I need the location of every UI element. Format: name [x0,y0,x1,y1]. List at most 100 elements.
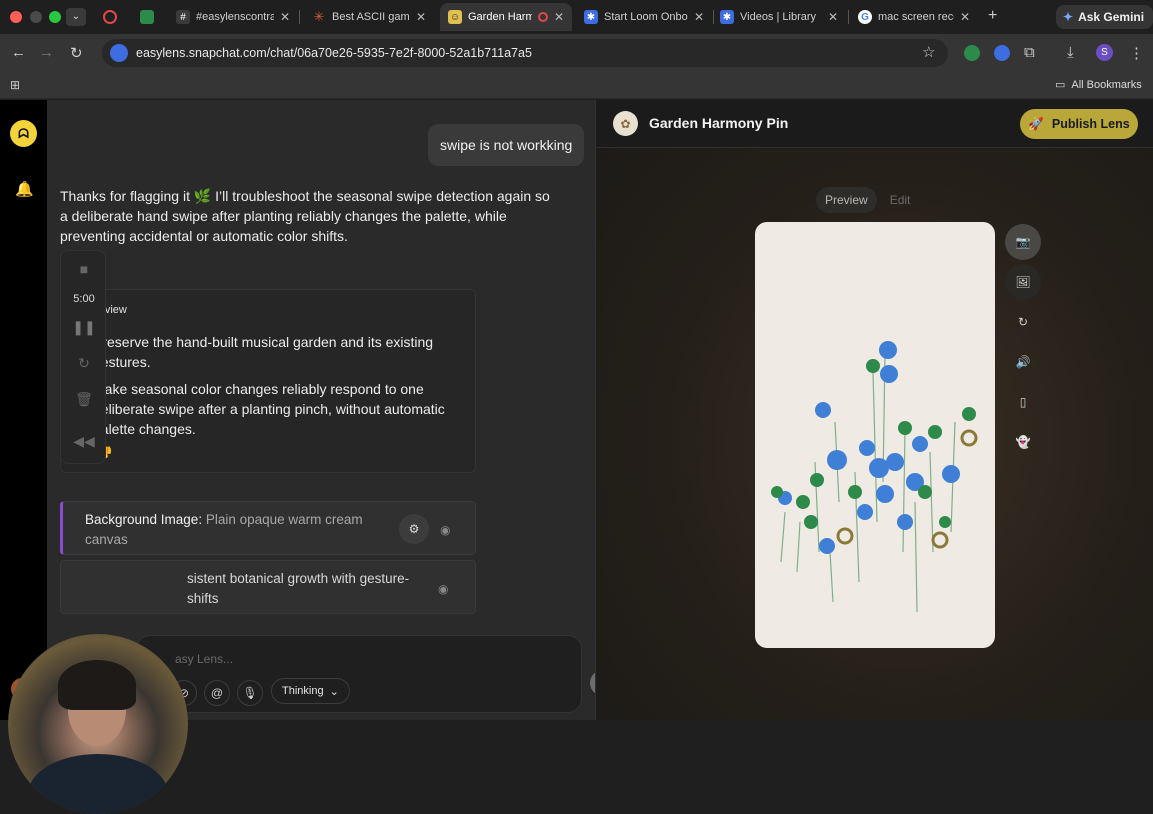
all-bookmarks-button[interactable]: ▭ All Bookmarks [1055,78,1142,92]
extension-green-icon[interactable] [964,45,980,61]
url-text: easylens.snapchat.com/chat/06a70e26-5935… [136,46,532,60]
extension-blue-icon[interactable] [994,45,1010,61]
preview-edit-toggle: Preview Edit [816,187,919,213]
download-icon[interactable]: ⤓ [1067,44,1074,61]
tab-title: mac screen reco [878,11,954,23]
image-icon[interactable]: 🖼 [1005,264,1041,300]
app-area: ᗣ 🔔 swipe is not workking Thanks for fla… [0,100,1153,814]
apps-grid-icon[interactable]: ⊞ [10,78,20,92]
assistant-reply: Thanks for flagging it 🌿 I’ll troublesho… [60,188,550,244]
tab-videos-library[interactable]: ✱ Videos | Library ✕ [712,3,846,31]
minimize-window-button[interactable] [30,11,42,23]
tab-garden-harmony[interactable]: ☺ Garden Harm ✕ [440,3,572,31]
browser-menu-icon[interactable]: ⋮ [1129,44,1144,62]
left-rail: ᗣ 🔔 [0,100,47,720]
tab-title: #easylenscontra [196,11,274,23]
collapse-icon[interactable]: ◀◀ [61,433,107,450]
all-bookmarks-label: All Bookmarks [1071,78,1142,91]
claude-icon: ✳ [313,9,325,24]
snapchat-ghost-icon[interactable]: 👻 [1005,424,1041,460]
close-tab-icon[interactable]: ✕ [694,10,704,24]
maximize-window-button[interactable] [49,11,61,23]
profile-avatar[interactable]: S [1096,44,1113,61]
tab-best-ascii-game[interactable]: ✳ Best ASCII game ✕ [304,3,434,31]
back-icon[interactable]: ← [11,44,26,61]
user-message: swipe is not workking [428,124,585,166]
overview-card: Overview Preserve the hand-built musical… [60,289,476,473]
microphone-icon[interactable]: 🎙 [237,680,263,706]
close-tab-icon[interactable]: ✕ [280,10,290,24]
close-tab-icon[interactable]: ✕ [416,10,426,24]
close-window-button[interactable] [10,11,22,23]
address-bar[interactable]: easylens.snapchat.com/chat/06a70e26-5935… [102,39,948,67]
param-growth[interactable]: sistent botanical growth with gesture- s… [60,560,476,614]
tab-mac-screen-reco[interactable]: G mac screen reco ✕ [850,3,978,31]
garden-flowers-illustration [771,341,978,613]
adjust-sliders-icon[interactable]: ⚙ [399,514,429,544]
extension-pinned-icon[interactable] [140,10,154,24]
tab-title: Start Loom Onbo [604,11,688,23]
visibility-eye-icon[interactable]: ◉ [440,520,450,540]
extensions-puzzle-icon[interactable]: ⧉ [1024,44,1035,61]
easylens-logo[interactable]: ᗣ [10,120,37,147]
tab-preview[interactable]: Preview [816,187,877,213]
slack-icon: # [176,10,190,24]
chat-panel: swipe is not workking Thanks for flaggin… [47,100,616,720]
thinking-mode-dropdown[interactable]: Thinking ⌄ [271,678,350,704]
new-tab-icon[interactable]: + [988,7,997,25]
browser-tab-strip: ⌄ # #easylenscontra ✕ ✳ Best ASCII game … [0,0,1153,34]
lens-phone-preview[interactable] [755,222,995,648]
param-key: Background Image: [85,512,203,527]
browser-toolbar: ← → ↻ easylens.snapchat.com/chat/06a70e2… [0,34,1153,72]
google-icon: G [858,10,872,24]
sound-icon[interactable]: 🔊 [1005,344,1041,380]
notifications-bell-icon[interactable]: 🔔 [15,180,34,198]
param-value: sistent botanical growth with gesture- s… [187,571,410,606]
pause-icon[interactable]: ❚❚ [61,319,107,336]
tab-easylenscontra[interactable]: # #easylenscontra ✕ [168,3,298,31]
message-composer[interactable]: asy Lens... ⊘ @ 🎙 Thinking ⌄ [136,635,616,713]
bookmark-star-icon[interactable]: ☆ [922,43,935,61]
webcam-hair [58,660,136,710]
mention-icon[interactable]: @ [204,680,230,706]
param-text: sistent botanical growth with gesture- s… [187,569,417,609]
thinking-label: Thinking [282,685,324,697]
stop-recording-icon[interactable]: ■ [61,261,107,277]
close-tab-icon[interactable]: ✕ [828,10,838,24]
loom-icon: ✱ [720,10,734,24]
webcam-overlay [8,634,188,814]
tab-edit[interactable]: Edit [881,187,920,213]
recording-indicator-icon [537,12,548,22]
recording-timer: 5:00 [73,293,95,305]
visibility-eye-icon[interactable]: ◉ [438,579,448,599]
gemini-icon: ✦ [1063,10,1074,24]
tab-start-loom[interactable]: ✱ Start Loom Onbo ✕ [576,3,712,31]
device-icon[interactable]: ▯ [1005,384,1041,420]
refresh-icon[interactable]: ↻ [1005,304,1041,340]
loom-icon: ✱ [584,10,598,24]
site-info-icon[interactable] [110,44,128,62]
overview-list: Preserve the hand-built musical garden a… [93,332,453,446]
lens-logo: ✿ [613,111,638,136]
tab-title: Garden Harm [468,11,532,23]
ask-gemini-button[interactable]: ✦ Ask Gemini [1056,5,1153,29]
overview-bullet: Make seasonal color changes reliably res… [93,379,453,439]
param-background-image[interactable]: Background Image: Plain opaque warm crea… [60,501,476,555]
camera-icon[interactable]: 📷 [1005,224,1041,260]
trash-icon[interactable]: 🗑 [61,391,107,408]
tab-search-icon[interactable]: ⌄ [66,8,86,26]
publish-lens-button[interactable]: 🚀 Publish Lens [1020,109,1138,139]
recording-icon[interactable] [103,10,117,24]
forward-icon[interactable]: → [39,44,54,61]
folder-icon: ▭ [1055,79,1066,91]
reload-icon[interactable]: ↻ [70,44,83,62]
close-tab-icon[interactable]: ✕ [960,10,970,24]
close-tab-icon[interactable]: ✕ [554,10,564,24]
tab-title: Best ASCII game [332,11,410,23]
lens-title: Garden Harmony Pin [649,115,789,131]
restart-icon[interactable]: ↻ [61,355,107,372]
tab-title: Videos | Library [740,11,817,23]
ask-gemini-label: Ask Gemini [1078,10,1145,24]
composer-placeholder: asy Lens... [175,652,234,666]
chevron-down-icon: ⌄ [329,685,339,698]
